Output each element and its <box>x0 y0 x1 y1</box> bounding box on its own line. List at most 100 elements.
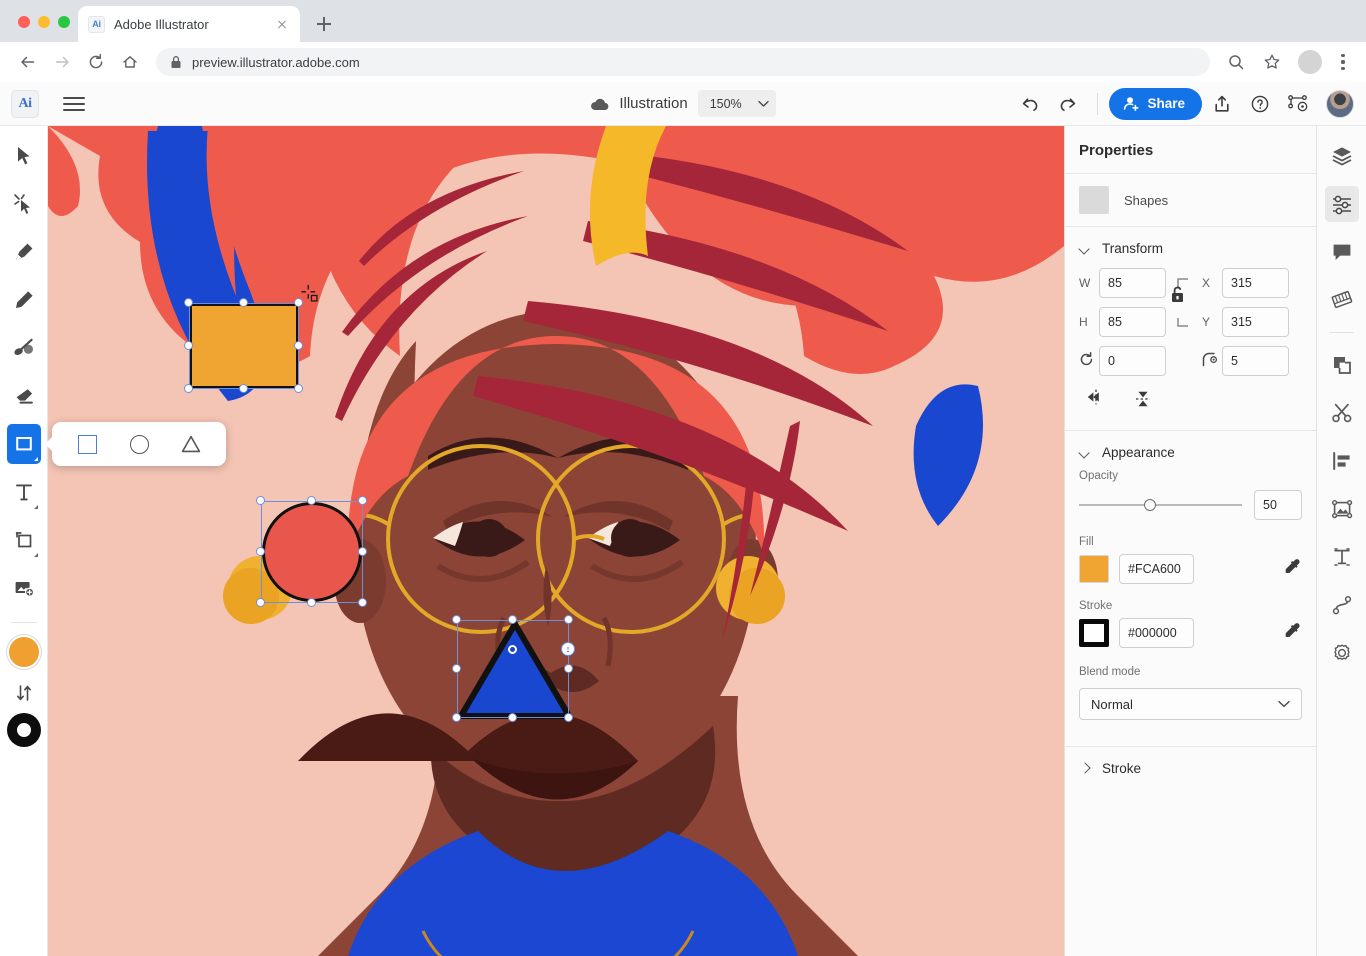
close-icon[interactable] <box>274 16 290 32</box>
handle-e[interactable] <box>358 547 367 556</box>
polygon-shape-option[interactable] <box>178 431 204 457</box>
handle-n[interactable] <box>508 615 517 624</box>
x-position-input[interactable] <box>1222 268 1289 298</box>
shape-tool[interactable] <box>7 424 41 464</box>
place-image-tool[interactable] <box>7 568 41 608</box>
help-icon[interactable] <box>1242 87 1278 121</box>
illustrator-logo[interactable]: Ai <box>11 90 39 118</box>
preview-document-icon[interactable] <box>1280 87 1316 121</box>
y-position-input[interactable] <box>1222 307 1289 337</box>
url-bar[interactable]: preview.illustrator.adobe.com <box>156 48 1210 76</box>
handle-nw[interactable] <box>452 615 461 624</box>
handle-w[interactable] <box>256 547 265 556</box>
back-icon[interactable] <box>12 46 44 78</box>
width-input[interactable] <box>1099 268 1166 298</box>
scissors-panel-icon[interactable] <box>1325 395 1359 431</box>
artboard-canvas[interactable]: ↕ <box>48 126 1064 956</box>
reload-icon[interactable] <box>80 46 112 78</box>
curvature-panel-icon[interactable] <box>1325 587 1359 623</box>
pen-tool[interactable] <box>7 232 41 272</box>
export-share-icon[interactable] <box>1204 87 1240 121</box>
image-panel-icon[interactable] <box>1325 491 1359 527</box>
height-input[interactable] <box>1099 307 1166 337</box>
flip-vertical-icon[interactable] <box>1133 389 1153 414</box>
pencil-tool[interactable] <box>7 280 41 320</box>
handle-n[interactable] <box>307 496 316 505</box>
rotation-input[interactable] <box>1099 346 1166 376</box>
handle-e[interactable] <box>564 664 573 673</box>
eraser-tool[interactable] <box>7 376 41 416</box>
stroke-color-swatch[interactable] <box>1079 619 1109 647</box>
handle-nw[interactable] <box>184 298 193 307</box>
stroke-section-header[interactable]: Stroke <box>1065 747 1316 786</box>
ellipse-shape-option[interactable] <box>126 431 152 457</box>
zoom-level-select[interactable]: 150% <box>698 90 776 117</box>
type-tool[interactable] <box>7 472 41 512</box>
handle-w[interactable] <box>452 664 461 673</box>
handle-s[interactable] <box>307 598 316 607</box>
comments-panel-icon[interactable] <box>1325 234 1359 270</box>
profile-avatar[interactable] <box>1298 50 1322 74</box>
handle-se[interactable] <box>294 384 303 393</box>
browser-tab[interactable]: Ai Adobe Illustrator <box>78 6 300 42</box>
rotate-widget-icon[interactable]: ↕ <box>561 642 575 656</box>
forward-icon[interactable] <box>46 46 78 78</box>
fill-color-swatch[interactable] <box>7 635 41 669</box>
handle-sw[interactable] <box>452 713 461 722</box>
blend-mode-select[interactable]: Normal <box>1079 688 1302 720</box>
stroke-color-swatch[interactable] <box>7 713 41 747</box>
eyedropper-icon[interactable] <box>1282 621 1302 646</box>
paintbrush-tool[interactable] <box>7 328 41 368</box>
libraries-panel-icon[interactable] <box>1325 282 1359 318</box>
home-icon[interactable] <box>114 46 146 78</box>
direct-selection-tool[interactable] <box>7 184 41 224</box>
handle-s[interactable] <box>239 384 248 393</box>
opacity-slider[interactable] <box>1079 504 1242 506</box>
hamburger-menu-icon[interactable] <box>59 89 89 119</box>
handle-sw[interactable] <box>184 384 193 393</box>
maximize-window-button[interactable] <box>58 16 70 28</box>
redo-icon[interactable] <box>1050 87 1086 121</box>
type-panel-icon[interactable] <box>1325 539 1359 575</box>
new-tab-button[interactable] <box>312 12 336 36</box>
stroke-hex-input[interactable] <box>1119 618 1194 648</box>
search-icon[interactable] <box>1220 46 1252 78</box>
handle-s[interactable] <box>508 713 517 722</box>
swap-fill-stroke-icon[interactable] <box>7 679 41 707</box>
window-controls[interactable] <box>0 16 70 42</box>
handle-sw[interactable] <box>256 598 265 607</box>
handle-e[interactable] <box>294 341 303 350</box>
undo-icon[interactable] <box>1012 87 1048 121</box>
minimize-window-button[interactable] <box>38 16 50 28</box>
handle-nw[interactable] <box>256 496 265 505</box>
appearance-section-header[interactable]: Appearance <box>1065 431 1316 470</box>
share-button[interactable]: Share <box>1109 88 1202 120</box>
handle-se[interactable] <box>564 713 573 722</box>
layers-panel-icon[interactable] <box>1325 138 1359 174</box>
flip-horizontal-icon[interactable] <box>1085 389 1107 414</box>
properties-panel-icon[interactable] <box>1325 186 1359 222</box>
triangle-anchor-point[interactable] <box>508 645 517 654</box>
handle-se[interactable] <box>358 598 367 607</box>
eyedropper-icon[interactable] <box>1282 557 1302 582</box>
align-panel-icon[interactable] <box>1325 443 1359 479</box>
selection-tool[interactable] <box>7 136 41 176</box>
close-window-button[interactable] <box>18 16 30 28</box>
handle-ne[interactable] <box>358 496 367 505</box>
rectangle-shape-option[interactable] <box>74 431 100 457</box>
settings-panel-icon[interactable] <box>1325 635 1359 671</box>
selected-object-row[interactable]: Shapes <box>1065 174 1316 226</box>
unlocked-proportions-icon[interactable] <box>1169 285 1186 309</box>
kebab-menu-icon[interactable] <box>1332 50 1354 74</box>
star-icon[interactable] <box>1256 46 1288 78</box>
fill-hex-input[interactable] <box>1119 554 1194 584</box>
transform-tool[interactable] <box>7 520 41 560</box>
handle-w[interactable] <box>184 341 193 350</box>
handle-ne[interactable] <box>564 615 573 624</box>
user-avatar[interactable] <box>1326 90 1354 118</box>
opacity-input[interactable] <box>1254 490 1302 520</box>
handle-n[interactable] <box>239 298 248 307</box>
pathfinder-panel-icon[interactable] <box>1325 347 1359 383</box>
transform-section-header[interactable]: Transform <box>1065 227 1316 266</box>
corner-radius-input[interactable] <box>1222 346 1289 376</box>
